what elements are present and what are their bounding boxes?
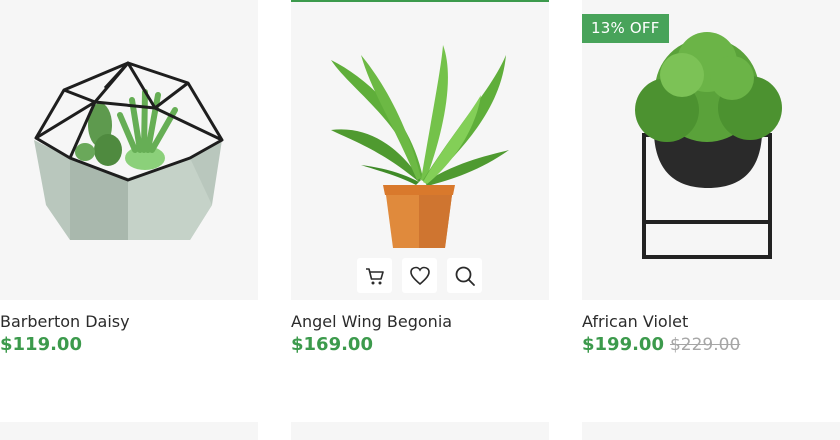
product-hover-actions: [357, 258, 482, 293]
product-name[interactable]: African Violet: [582, 312, 840, 332]
potted-fern-image: [331, 45, 509, 248]
cart-icon: [365, 267, 384, 284]
product-price: $119.00: [0, 334, 82, 355]
product-card-next-row[interactable]: [582, 422, 840, 440]
discount-badge: 13% OFF: [582, 14, 669, 43]
quick-view-button[interactable]: [447, 258, 482, 293]
product-card[interactable]: Angel Wing Begonia $169.00: [291, 0, 549, 357]
product-card-next-row[interactable]: [291, 422, 549, 440]
product-price: $169.00: [291, 334, 373, 355]
geometric-terrarium-image: [34, 61, 224, 240]
add-to-wishlist-button[interactable]: [402, 258, 437, 293]
heart-icon: [409, 266, 430, 285]
search-icon: [455, 266, 475, 286]
product-image-angel-wing-begonia[interactable]: [291, 0, 549, 300]
product-card[interactable]: 13% OFF African Violet $199.00 $229.00: [582, 0, 840, 357]
product-name[interactable]: Barberton Daisy: [0, 312, 258, 332]
product-image-african-violet[interactable]: 13% OFF: [582, 0, 840, 300]
plant-on-stand-image: [635, 32, 782, 259]
add-to-cart-button[interactable]: [357, 258, 392, 293]
product-old-price: $229.00: [669, 335, 741, 355]
product-card[interactable]: Barberton Daisy $119.00: [0, 0, 258, 357]
product-image-barberton-daisy[interactable]: [0, 0, 258, 300]
product-name[interactable]: Angel Wing Begonia: [291, 312, 549, 332]
product-card-next-row[interactable]: [0, 422, 258, 440]
product-price: $199.00: [582, 334, 664, 355]
